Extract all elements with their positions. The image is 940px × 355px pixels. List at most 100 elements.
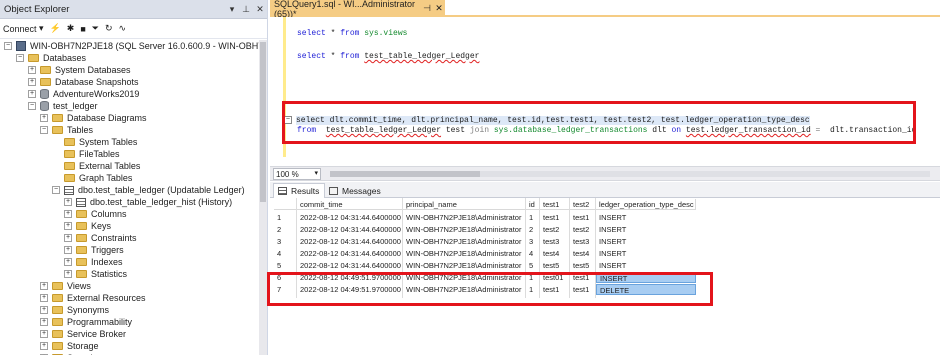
expand-icon[interactable]: + xyxy=(64,246,72,254)
expand-icon[interactable]: + xyxy=(28,90,36,98)
table-cell[interactable]: test4 xyxy=(570,248,596,259)
row-number[interactable]: 5 xyxy=(274,260,297,271)
row-number[interactable]: 1 xyxy=(274,212,297,223)
tree-item[interactable]: + AdventureWorks2019 xyxy=(28,88,139,100)
table-cell[interactable]: 2022-08-12 04:31:44.6400000 xyxy=(297,248,403,259)
table-cell[interactable]: INSERT xyxy=(596,248,696,259)
collapse-icon[interactable]: − xyxy=(52,186,60,194)
refresh-icon[interactable]: ↻ xyxy=(105,23,113,34)
tree-item[interactable]: + Storage xyxy=(40,340,99,352)
tree-item[interactable]: − dbo.test_table_ledger (Updatable Ledger… xyxy=(52,184,245,196)
tree-item[interactable]: + External Resources xyxy=(40,292,146,304)
table-cell[interactable]: test5 xyxy=(570,260,596,271)
expand-icon[interactable]: + xyxy=(40,114,48,122)
table-cell[interactable]: WIN-OBH7N2PJE18\Administrator xyxy=(403,260,526,271)
column-header[interactable]: principal_name xyxy=(403,199,526,210)
table-cell[interactable]: 3 xyxy=(526,236,540,247)
tree-item[interactable]: − test_ledger xyxy=(28,100,98,112)
table-cell[interactable]: 2022-08-12 04:31:44.6400000 xyxy=(297,224,403,235)
tree-item[interactable]: + Service Broker xyxy=(40,328,126,340)
tree-item[interactable]: + Statistics xyxy=(64,268,127,280)
scrollbar-thumb[interactable] xyxy=(330,171,480,177)
column-header[interactable]: id xyxy=(526,199,540,210)
expand-icon[interactable]: + xyxy=(40,294,48,302)
tree-item[interactable]: + Views xyxy=(40,280,91,292)
table-cell[interactable]: test4 xyxy=(540,248,570,259)
tree-item[interactable]: External Tables xyxy=(52,160,140,172)
tree-item[interactable]: + Keys xyxy=(64,220,111,232)
expand-icon[interactable]: + xyxy=(64,258,72,266)
expand-icon[interactable]: + xyxy=(64,210,72,218)
column-header[interactable]: commit_time xyxy=(297,199,403,210)
tree-item[interactable]: + System Databases xyxy=(28,64,131,76)
tab-sqlquery1[interactable]: SQLQuery1.sql - WI...Administrator (65))… xyxy=(270,0,445,19)
tree-item[interactable]: + Synonyms xyxy=(40,304,109,316)
table-cell[interactable]: WIN-OBH7N2PJE18\Administrator xyxy=(403,212,526,223)
pin-icon[interactable]: ⊣ xyxy=(421,3,433,14)
tree-item[interactable]: + Constraints xyxy=(64,232,137,244)
tab-results[interactable]: Results xyxy=(273,183,325,198)
expand-icon[interactable]: + xyxy=(64,234,72,242)
table-cell[interactable]: INSERT xyxy=(596,224,696,235)
column-header[interactable]: test1 xyxy=(540,199,570,210)
table-cell[interactable]: INSERT xyxy=(596,212,696,223)
tree-item[interactable]: + Indexes xyxy=(64,256,123,268)
tab-messages[interactable]: Messages xyxy=(325,183,389,198)
close-icon[interactable]: ✕ xyxy=(433,3,445,14)
table-cell[interactable]: test3 xyxy=(540,236,570,247)
table-cell[interactable]: 4 xyxy=(526,248,540,259)
column-header[interactable]: ledger_operation_type_desc xyxy=(596,199,696,210)
expand-icon[interactable]: + xyxy=(40,318,48,326)
expand-icon[interactable]: + xyxy=(40,282,48,290)
tree-item[interactable]: + Triggers xyxy=(64,244,124,256)
activity-monitor-icon[interactable]: ∿ xyxy=(119,23,127,34)
row-number[interactable]: 2 xyxy=(274,224,297,235)
tree-item[interactable]: − WIN-OBH7N2PJE18 (SQL Server 16.0.600.9 … xyxy=(4,40,267,52)
table-cell[interactable]: test2 xyxy=(570,224,596,235)
expand-icon[interactable]: + xyxy=(40,342,48,350)
object-explorer-scrollbar[interactable] xyxy=(259,40,267,355)
connect-button[interactable]: Connect ▾ xyxy=(3,23,44,34)
expand-icon[interactable]: + xyxy=(64,270,72,278)
tree-item[interactable]: System Tables xyxy=(52,136,137,148)
row-number[interactable]: 3 xyxy=(274,236,297,247)
table-cell[interactable]: 2022-08-12 04:31:44.6400000 xyxy=(297,236,403,247)
table-cell[interactable]: WIN-OBH7N2PJE18\Administrator xyxy=(403,224,526,235)
column-header[interactable]: test2 xyxy=(570,199,596,210)
expand-icon[interactable]: + xyxy=(40,330,48,338)
table-cell[interactable]: WIN-OBH7N2PJE18\Administrator xyxy=(403,236,526,247)
table-cell[interactable]: test5 xyxy=(540,260,570,271)
table-cell[interactable]: 5 xyxy=(526,260,540,271)
table-cell[interactable]: 1 xyxy=(526,212,540,223)
tree-item[interactable]: + Database Snapshots xyxy=(28,76,139,88)
connect-icon[interactable]: ⚡ xyxy=(50,23,61,34)
tree-item[interactable]: + Columns xyxy=(64,208,127,220)
tree-item[interactable]: − Databases xyxy=(16,52,86,64)
pin-icon[interactable]: ⊥ xyxy=(239,4,253,15)
collapse-icon[interactable]: − xyxy=(16,54,24,62)
collapse-icon[interactable]: − xyxy=(40,126,48,134)
disconnect-icon[interactable]: ✱ xyxy=(67,23,75,34)
table-cell[interactable]: test2 xyxy=(540,224,570,235)
filter-icon[interactable]: ⏷ xyxy=(92,23,99,34)
table-cell[interactable]: INSERT xyxy=(596,236,696,247)
tree-item[interactable]: + Database Diagrams xyxy=(40,112,147,124)
table-cell[interactable]: test1 xyxy=(540,212,570,223)
tree-item[interactable]: − Tables xyxy=(40,124,93,136)
table-cell[interactable]: 2 xyxy=(526,224,540,235)
collapse-icon[interactable]: − xyxy=(28,102,36,110)
table-cell[interactable]: test1 xyxy=(570,212,596,223)
horizontal-scrollbar[interactable] xyxy=(330,171,930,177)
tree-item[interactable]: FileTables xyxy=(52,148,120,160)
tree-item[interactable]: + dbo.test_table_ledger_hist (History) xyxy=(64,196,232,208)
row-number[interactable]: 4 xyxy=(274,248,297,259)
expand-icon[interactable]: + xyxy=(64,222,72,230)
close-icon[interactable]: ✕ xyxy=(253,4,267,15)
table-cell[interactable]: INSERT xyxy=(596,260,696,271)
tree-item[interactable]: + Programmability xyxy=(40,316,132,328)
tree-item[interactable]: Graph Tables xyxy=(52,172,132,184)
collapse-icon[interactable]: − xyxy=(4,42,12,50)
table-cell[interactable]: 2022-08-12 04:31:44.6400000 xyxy=(297,212,403,223)
expand-icon[interactable]: + xyxy=(40,306,48,314)
expand-icon[interactable]: + xyxy=(28,66,36,74)
